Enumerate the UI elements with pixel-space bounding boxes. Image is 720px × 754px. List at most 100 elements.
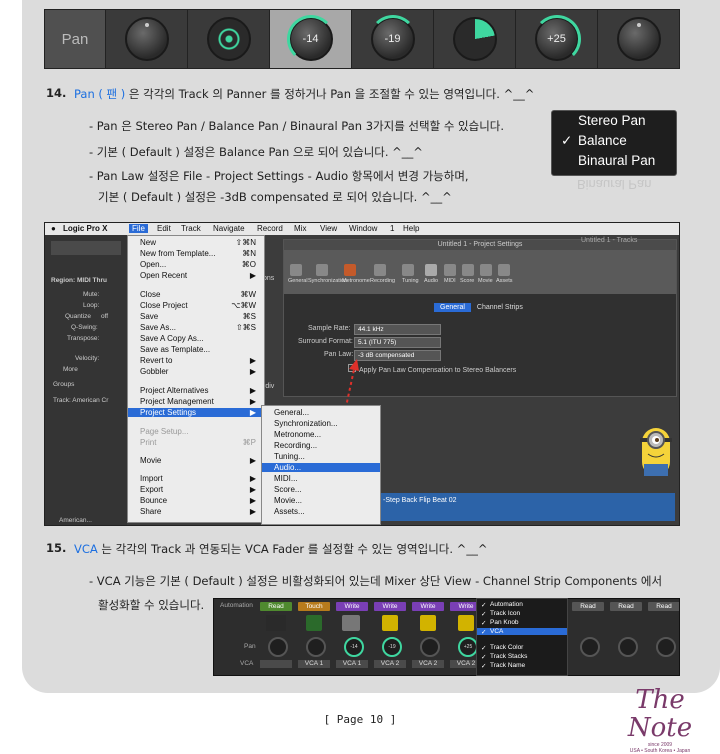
component-track-name[interactable]: ✓ Track Name bbox=[481, 662, 525, 670]
pan-knob[interactable]: -19 bbox=[382, 637, 402, 657]
pan-type-balance[interactable]: ✓ Balance bbox=[552, 131, 676, 151]
component-track-color[interactable]: ✓ Track Color bbox=[481, 644, 523, 652]
pan-type-stereo[interactable]: Stereo Pan bbox=[552, 111, 676, 131]
menu-help[interactable]: Help bbox=[403, 224, 419, 233]
audio-icon[interactable] bbox=[425, 264, 437, 276]
menu-item[interactable]: Close Project bbox=[140, 301, 188, 310]
pan-knob[interactable] bbox=[656, 637, 676, 657]
apply-checkbox[interactable]: Apply Pan Law Compensation to Stereo Bal… bbox=[348, 364, 516, 374]
menu-item[interactable]: Project Alternatives bbox=[140, 386, 208, 395]
menu-item-new[interactable]: New bbox=[140, 238, 156, 247]
menu-item[interactable]: Open Recent bbox=[140, 271, 187, 280]
tool-label: Tuning bbox=[402, 278, 419, 284]
tab-channel-strips[interactable]: Channel Strips bbox=[471, 303, 529, 312]
pan-knob[interactable]: +25 bbox=[458, 637, 478, 657]
submenu-item[interactable]: Movie... bbox=[274, 496, 302, 505]
component-pan-knob[interactable]: ✓ Pan Knob bbox=[481, 619, 519, 627]
tab-general[interactable]: General bbox=[434, 303, 471, 312]
automation-mode-button[interactable]: Read bbox=[648, 602, 679, 611]
pan-knob[interactable] bbox=[580, 637, 600, 657]
automation-mode-button[interactable]: Read bbox=[572, 602, 604, 611]
menu-record[interactable]: Record bbox=[257, 224, 283, 233]
menu-item[interactable]: Movie bbox=[140, 456, 161, 465]
component-track-icon[interactable]: ✓ Track Icon bbox=[481, 610, 520, 618]
menu-logic[interactable]: Logic Pro X bbox=[63, 224, 107, 233]
pan-knob[interactable]: -14 bbox=[344, 637, 364, 657]
menu-one[interactable]: 1 bbox=[390, 224, 394, 233]
pan-knob[interactable] bbox=[306, 637, 326, 657]
menu-item[interactable]: Gobbler bbox=[140, 367, 168, 376]
inspector-more[interactable]: More bbox=[63, 366, 78, 373]
menu-item[interactable]: Revert to bbox=[140, 356, 172, 365]
menu-navigate[interactable]: Navigate bbox=[213, 224, 245, 233]
menu-item[interactable]: Share bbox=[140, 507, 161, 516]
chevron-right-icon: ▶ bbox=[249, 507, 256, 516]
menu-edit[interactable]: Edit bbox=[157, 224, 171, 233]
toolbar-buttons[interactable] bbox=[51, 241, 121, 255]
pan-knob[interactable] bbox=[268, 637, 288, 657]
menu-item[interactable]: New from Template... bbox=[140, 249, 215, 258]
vca-slot[interactable]: VCA 1 bbox=[336, 660, 368, 668]
automation-mode-button[interactable]: Read bbox=[610, 602, 642, 611]
submenu-item[interactable]: Synchronization... bbox=[274, 419, 338, 428]
recording-icon[interactable] bbox=[374, 264, 386, 276]
menu-item[interactable]: Save A Copy As... bbox=[140, 334, 204, 343]
vca-slot[interactable] bbox=[260, 660, 292, 668]
automation-mode-button[interactable]: Write bbox=[336, 602, 368, 611]
submenu-item-audio[interactable]: Audio... bbox=[262, 463, 380, 472]
pan-knob[interactable] bbox=[420, 637, 440, 657]
automation-mode-button[interactable]: Write bbox=[374, 602, 406, 611]
tuning-icon[interactable] bbox=[402, 264, 414, 276]
vca-slot[interactable]: VCA 1 bbox=[298, 660, 330, 668]
vca-slot[interactable]: VCA 2 bbox=[412, 660, 444, 668]
pan-knob[interactable] bbox=[618, 637, 638, 657]
sync-icon[interactable] bbox=[316, 264, 328, 276]
chevron-right-icon: ▶ bbox=[249, 271, 256, 280]
inspector-value[interactable]: off bbox=[101, 313, 108, 320]
surround-select[interactable]: 5.1 (ITU 775) bbox=[354, 337, 441, 348]
menu-view[interactable]: View bbox=[320, 224, 337, 233]
chevron-right-icon: ▶ bbox=[249, 356, 256, 365]
submenu-item[interactable]: Tuning... bbox=[274, 452, 305, 461]
menu-item[interactable]: Close bbox=[140, 290, 160, 299]
movie-icon[interactable] bbox=[480, 264, 492, 276]
automation-mode-button[interactable]: Read bbox=[260, 602, 292, 611]
sample-rate-select[interactable]: 44.1 kHz bbox=[354, 324, 441, 335]
menu-item[interactable]: Save As... bbox=[140, 323, 176, 332]
apple-icon[interactable]: ● bbox=[51, 224, 56, 233]
submenu-item[interactable]: Recording... bbox=[274, 441, 317, 450]
menu-item[interactable]: Bounce bbox=[140, 496, 167, 505]
menu-window[interactable]: Window bbox=[349, 224, 377, 233]
vca-slot[interactable]: VCA 2 bbox=[374, 660, 406, 668]
menu-mix[interactable]: Mix bbox=[294, 224, 306, 233]
metronome-icon[interactable] bbox=[344, 264, 356, 276]
submenu-item[interactable]: Metronome... bbox=[274, 430, 321, 439]
assets-icon[interactable] bbox=[498, 264, 510, 276]
pan-type-binaural[interactable]: Binaural Pan bbox=[552, 151, 676, 171]
submenu-item[interactable]: General... bbox=[274, 408, 309, 417]
submenu-item[interactable]: Assets... bbox=[274, 507, 305, 516]
component-track-stacks[interactable]: ✓ Track Stacks bbox=[481, 653, 527, 661]
menu-item[interactable]: Save as Template... bbox=[140, 345, 210, 354]
menu-item[interactable]: Save bbox=[140, 312, 158, 321]
menu-item[interactable]: Import bbox=[140, 474, 163, 483]
region-header[interactable]: Region: MIDI Thru bbox=[51, 277, 107, 284]
pan-law-select[interactable]: -3 dB compensated bbox=[354, 350, 441, 361]
score-icon[interactable] bbox=[462, 264, 474, 276]
menu-item-project-settings[interactable]: Project Settings ▶ bbox=[128, 408, 264, 417]
general-icon[interactable] bbox=[290, 264, 302, 276]
menu-track[interactable]: Track bbox=[181, 224, 201, 233]
component-vca[interactable]: ✓ VCA bbox=[477, 628, 567, 636]
menu-file[interactable]: File bbox=[129, 224, 148, 233]
automation-mode-button[interactable]: Write bbox=[412, 602, 444, 611]
automation-mode-button[interactable]: Touch bbox=[298, 602, 330, 611]
component-automation[interactable]: ✓ Automation bbox=[481, 601, 523, 609]
inspector-track[interactable]: Track: American Cr bbox=[53, 397, 108, 404]
menu-item[interactable]: Project Management bbox=[140, 397, 214, 406]
submenu-item[interactable]: MIDI... bbox=[274, 474, 298, 483]
menu-item[interactable]: Export bbox=[140, 485, 163, 494]
inspector-groups[interactable]: Groups bbox=[53, 381, 74, 388]
menu-item[interactable]: Open... bbox=[140, 260, 166, 269]
midi-icon[interactable] bbox=[444, 264, 456, 276]
submenu-item[interactable]: Score... bbox=[274, 485, 302, 494]
